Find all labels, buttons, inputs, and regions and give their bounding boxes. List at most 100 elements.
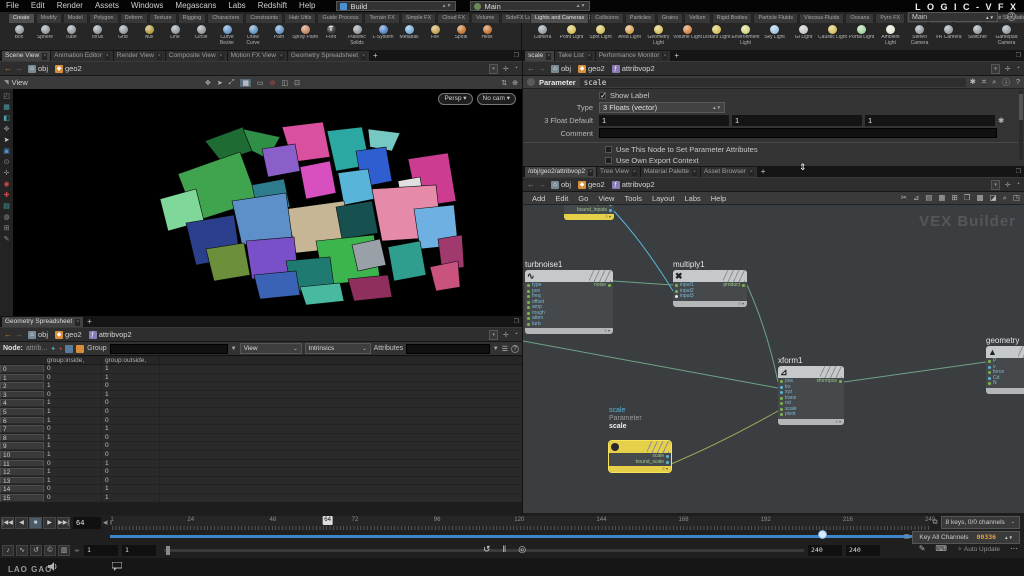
shelf-tool-camera[interactable]: Camera bbox=[528, 23, 557, 50]
dot-icon[interactable]: ● bbox=[59, 346, 62, 352]
net-menu-add[interactable]: Add bbox=[527, 194, 550, 203]
net-toolbar-icon-6[interactable]: ▩ bbox=[977, 193, 984, 203]
net-menu-help[interactable]: Help bbox=[706, 194, 731, 203]
comment-input[interactable] bbox=[599, 128, 997, 138]
wire-3[interactable] bbox=[523, 341, 778, 388]
own-export-checkbox[interactable] bbox=[605, 157, 612, 164]
attributes-input[interactable] bbox=[406, 344, 490, 354]
shelf-tool-l-system[interactable]: L-System bbox=[370, 23, 396, 50]
viewport-side-icon-9[interactable]: ✚ bbox=[4, 192, 10, 200]
help-icon[interactable]: ? bbox=[1007, 12, 1016, 21]
shelf-tool-switcher[interactable]: Switcher bbox=[963, 23, 992, 50]
input-dot[interactable] bbox=[527, 284, 530, 287]
shelf-tab-hair-utils[interactable]: Hair Utils bbox=[284, 13, 316, 23]
shelf-tool-spray-paint[interactable]: Spray Paint bbox=[292, 23, 318, 50]
group-input[interactable] bbox=[110, 344, 228, 354]
param-header-icon-3[interactable]: ⓘ bbox=[1002, 77, 1010, 88]
viewport-3d[interactable]: ◰▦◧✥➤▣⊙✛◉✚▤◍⊞✎ Persp ▾ No cam ▾ bbox=[0, 89, 522, 316]
menu-megascans[interactable]: Megascans bbox=[169, 0, 222, 12]
output-dot[interactable] bbox=[666, 455, 669, 458]
shelf-tool-gamepad-camera[interactable]: Gamepad Camera bbox=[992, 23, 1021, 50]
transport-0[interactable]: |◀◀ bbox=[1, 517, 14, 529]
clock-icon[interactable]: ◔ bbox=[1016, 181, 1020, 188]
path-item-obj[interactable]: ⌂obj bbox=[549, 64, 573, 73]
tablet-icon[interactable]: ⌨ bbox=[935, 544, 947, 553]
viewport-side-icon-0[interactable]: ◰ bbox=[3, 93, 10, 101]
wire-5[interactable] bbox=[844, 362, 986, 382]
input-dot[interactable] bbox=[988, 371, 991, 374]
intrinsics-dropdown[interactable]: Intrinsics⌄ bbox=[305, 343, 371, 354]
shelf-tool-portal-light[interactable]: Portal Light bbox=[847, 23, 876, 50]
pin-icon[interactable]: ✛ bbox=[503, 331, 509, 339]
output-dot[interactable] bbox=[742, 284, 745, 287]
table-row[interactable]: 610 bbox=[0, 417, 522, 426]
shelf-tab-volume[interactable]: Volume bbox=[471, 13, 499, 23]
menu-help[interactable]: Help bbox=[293, 0, 321, 12]
update-icon-2[interactable]: ◎ bbox=[518, 544, 526, 555]
input-dot[interactable] bbox=[527, 312, 530, 315]
input-dot[interactable] bbox=[988, 382, 991, 385]
auto-update-label[interactable]: Auto Update bbox=[964, 546, 1000, 553]
gear-icon[interactable]: ✱ bbox=[998, 116, 1004, 125]
shelf-tool-spiral[interactable]: Spiral bbox=[448, 23, 474, 50]
net-toolbar-icon-2[interactable]: ▤ bbox=[925, 193, 932, 203]
tab-close-icon[interactable]: × bbox=[588, 169, 593, 176]
shelf-tab-texture[interactable]: Texture bbox=[149, 13, 177, 23]
wire-4[interactable] bbox=[671, 411, 778, 464]
tab-close-icon[interactable]: × bbox=[75, 319, 80, 326]
viewport-side-icon-8[interactable]: ◉ bbox=[3, 181, 9, 189]
shelf-tab-oceans[interactable]: Oceans bbox=[845, 13, 874, 23]
net-menu-layout[interactable]: Layout bbox=[647, 194, 680, 203]
table-row[interactable]: 001 bbox=[0, 365, 522, 374]
node-geometry[interactable]: geometry▲PvforceCdN≡ ▾ bbox=[986, 346, 1024, 394]
viewport-side-icon-2[interactable]: ◧ bbox=[3, 115, 10, 123]
node-param-scale[interactable]: scaleParameterscale●scalebound_scale≡ ▾ bbox=[609, 441, 671, 472]
node-header[interactable]: ⊿ bbox=[778, 366, 844, 378]
input-dot[interactable] bbox=[675, 290, 678, 293]
keys-info-dropdown[interactable]: 8 keys, 0/0 channels⌄ bbox=[941, 516, 1020, 529]
viewport-side-icon-3[interactable]: ✥ bbox=[4, 126, 10, 134]
shelf-tool-point-light[interactable]: Point Light bbox=[557, 23, 586, 50]
shelf-tool-geometry-light[interactable]: Geometry Light bbox=[644, 23, 673, 50]
viewport-side-icon-7[interactable]: ✛ bbox=[4, 170, 10, 178]
update-icon-0[interactable]: ↺ bbox=[483, 544, 491, 555]
path-item-obj[interactable]: ⌂obj bbox=[26, 64, 50, 73]
shelf-tool-circle[interactable]: Circle bbox=[188, 23, 214, 50]
pane-tab-render-view[interactable]: Render View× bbox=[114, 51, 165, 61]
path-dropdown-icon[interactable]: ▾ bbox=[991, 64, 1000, 74]
keys-icon[interactable]: ⧉ bbox=[933, 519, 938, 527]
table-row[interactable]: 1210 bbox=[0, 468, 522, 477]
range-start2-field[interactable]: 1 bbox=[122, 545, 156, 556]
tab-close-icon[interactable]: × bbox=[361, 53, 366, 60]
output-dot[interactable] bbox=[609, 209, 612, 212]
menu-edit[interactable]: Edit bbox=[25, 0, 51, 12]
path-item-obj[interactable]: ⌂obj bbox=[26, 330, 50, 339]
default-y-field[interactable]: 1 bbox=[732, 115, 862, 126]
input-dot[interactable] bbox=[675, 295, 678, 298]
input-dot[interactable] bbox=[988, 366, 991, 369]
input-dot[interactable] bbox=[780, 397, 783, 400]
viewport-tool-icon-3[interactable]: ▦ bbox=[240, 79, 251, 87]
tab-close-icon[interactable]: × bbox=[692, 169, 697, 176]
playback-range-bar[interactable] bbox=[110, 535, 930, 538]
menu-windows[interactable]: Windows bbox=[125, 0, 169, 12]
menu-redshift[interactable]: Redshift bbox=[252, 0, 293, 12]
path-item-geo2[interactable]: ◆geo2 bbox=[53, 330, 84, 339]
input-dot[interactable] bbox=[527, 317, 530, 320]
pane-tab-performance-monitor[interactable]: Performance Monitor× bbox=[596, 51, 671, 61]
input-dot[interactable] bbox=[527, 323, 530, 326]
table-row[interactable]: 1010 bbox=[0, 451, 522, 460]
input-dot[interactable] bbox=[988, 360, 991, 363]
transport-3[interactable]: ▶ bbox=[43, 517, 56, 529]
view-dropdown[interactable]: View⌄ bbox=[240, 343, 302, 354]
frame-step-back[interactable]: ◀| bbox=[103, 520, 108, 526]
pane-tab-asset-browser[interactable]: Asset Browser× bbox=[701, 167, 757, 177]
net-toolbar-icon-4[interactable]: ⊞ bbox=[951, 193, 957, 203]
net-toolbar-icon-0[interactable]: ✂ bbox=[901, 193, 907, 203]
shelf-tab-vellum[interactable]: Vellum bbox=[684, 13, 711, 23]
table-row[interactable]: 301 bbox=[0, 391, 522, 400]
tab-close-icon[interactable]: × bbox=[105, 53, 110, 60]
pin-icon[interactable]: ✛ bbox=[1005, 65, 1011, 73]
shelf-tool-area-light[interactable]: Area Light bbox=[615, 23, 644, 50]
shelf-tool-font[interactable]: TFont bbox=[318, 23, 344, 50]
